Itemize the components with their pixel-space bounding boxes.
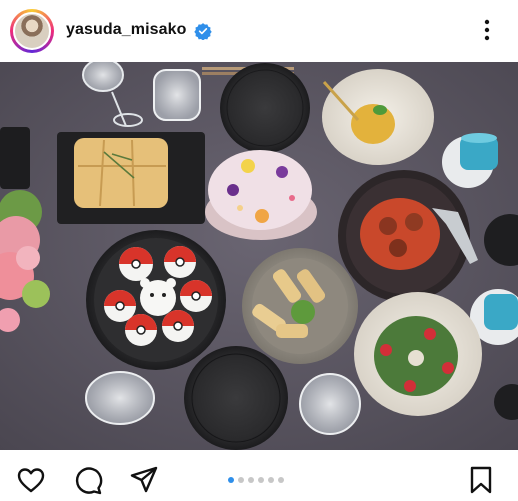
post-header: yasuda_misako bbox=[0, 0, 518, 62]
heart-icon[interactable] bbox=[16, 465, 46, 495]
comment-icon[interactable] bbox=[73, 465, 103, 495]
carousel-dot bbox=[268, 477, 274, 483]
bookmark-icon[interactable] bbox=[466, 465, 496, 495]
carousel-dot bbox=[278, 477, 284, 483]
post-photo[interactable] bbox=[0, 62, 518, 450]
verified-badge-icon bbox=[194, 23, 212, 40]
username[interactable]: yasuda_misako bbox=[66, 21, 186, 39]
carousel-dot bbox=[258, 477, 264, 483]
send-icon[interactable] bbox=[129, 465, 159, 495]
carousel-dot bbox=[238, 477, 244, 483]
more-options-icon[interactable] bbox=[478, 16, 496, 44]
avatar-story-ring[interactable] bbox=[10, 9, 54, 53]
carousel-dot bbox=[248, 477, 254, 483]
post-action-bar bbox=[0, 450, 518, 501]
carousel-dot bbox=[228, 477, 234, 483]
table-food-photo bbox=[0, 62, 518, 450]
carousel-indicator bbox=[228, 477, 284, 485]
avatar[interactable] bbox=[13, 12, 51, 50]
